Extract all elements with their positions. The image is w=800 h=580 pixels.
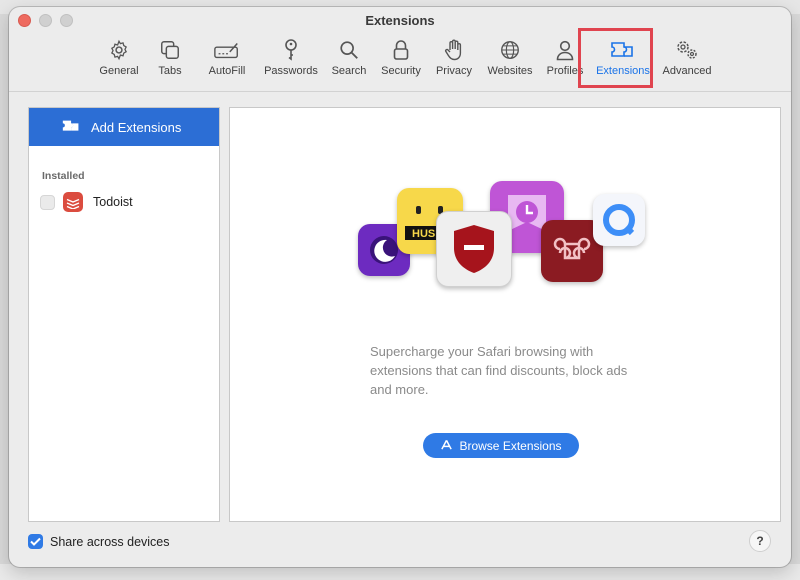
gear-icon — [105, 37, 133, 63]
tabs-icon — [156, 37, 184, 63]
magnifier-icon — [335, 37, 363, 63]
gears-icon — [673, 37, 701, 63]
browse-extensions-button[interactable]: Browse Extensions — [423, 433, 579, 458]
tab-privacy-label: Privacy — [435, 65, 473, 77]
puzzle-icon — [62, 120, 79, 131]
search-app-icon — [593, 194, 645, 246]
extension-row-todoist[interactable]: Todoist — [40, 192, 219, 212]
extensions-description: Supercharge your Safari browsing with ex… — [370, 344, 628, 397]
toolbar-divider — [9, 91, 791, 92]
tab-search-label: Search — [331, 65, 367, 77]
todoist-enable-checkbox[interactable] — [40, 194, 55, 210]
tab-security[interactable]: Security — [379, 37, 423, 83]
tab-passwords-label: Passwords — [264, 65, 318, 77]
hand-icon — [440, 37, 468, 63]
app-store-icon — [441, 440, 453, 450]
tab-websites[interactable]: Websites — [485, 37, 535, 83]
installed-section-label: Installed — [42, 170, 85, 182]
tab-general-label: General — [99, 65, 139, 77]
autofill-icon — [213, 37, 241, 63]
extensions-hero-illustration: HUSH — [355, 178, 655, 293]
browse-extensions-label: Browse Extensions — [459, 438, 562, 453]
tab-tabs[interactable]: Tabs — [155, 37, 185, 83]
lock-icon — [387, 37, 415, 63]
tab-general[interactable]: General — [97, 37, 141, 83]
settings-window: Extensions General Tabs AutoFill Passwor… — [9, 7, 791, 567]
tab-tabs-label: Tabs — [158, 65, 182, 77]
tab-autofill-label: AutoFill — [208, 65, 246, 77]
tab-advanced[interactable]: Advanced — [661, 37, 713, 83]
tab-advanced-label: Advanced — [662, 65, 712, 77]
tab-security-label: Security — [381, 65, 421, 77]
share-label: Share across devices — [50, 534, 170, 549]
person-icon — [551, 37, 579, 63]
tab-privacy[interactable]: Privacy — [435, 37, 473, 83]
checkmark-icon — [30, 537, 41, 546]
todoist-app-icon — [63, 192, 83, 212]
add-extensions-label: Add Extensions — [91, 119, 182, 135]
key-icon — [277, 37, 305, 63]
extensions-tab-highlight — [578, 28, 653, 88]
tab-search[interactable]: Search — [329, 37, 369, 83]
tab-passwords[interactable]: Passwords — [261, 37, 321, 83]
share-across-devices[interactable]: Share across devices — [28, 534, 170, 549]
tab-websites-label: Websites — [487, 65, 533, 77]
share-checkbox[interactable] — [28, 534, 43, 549]
extensions-sidebar: Add Extensions Installed Todoist — [28, 107, 220, 522]
add-extensions-button[interactable]: Add Extensions — [29, 108, 219, 146]
help-button[interactable]: ? — [749, 530, 771, 552]
globe-icon — [496, 37, 524, 63]
shield-app-icon — [436, 211, 512, 287]
window-title: Extensions — [365, 13, 435, 28]
extensions-detail-panel: HUSH Supercharge your Safari browsing wi… — [229, 107, 781, 522]
extension-name: Todoist — [93, 195, 133, 209]
tab-autofill[interactable]: AutoFill — [205, 37, 249, 83]
